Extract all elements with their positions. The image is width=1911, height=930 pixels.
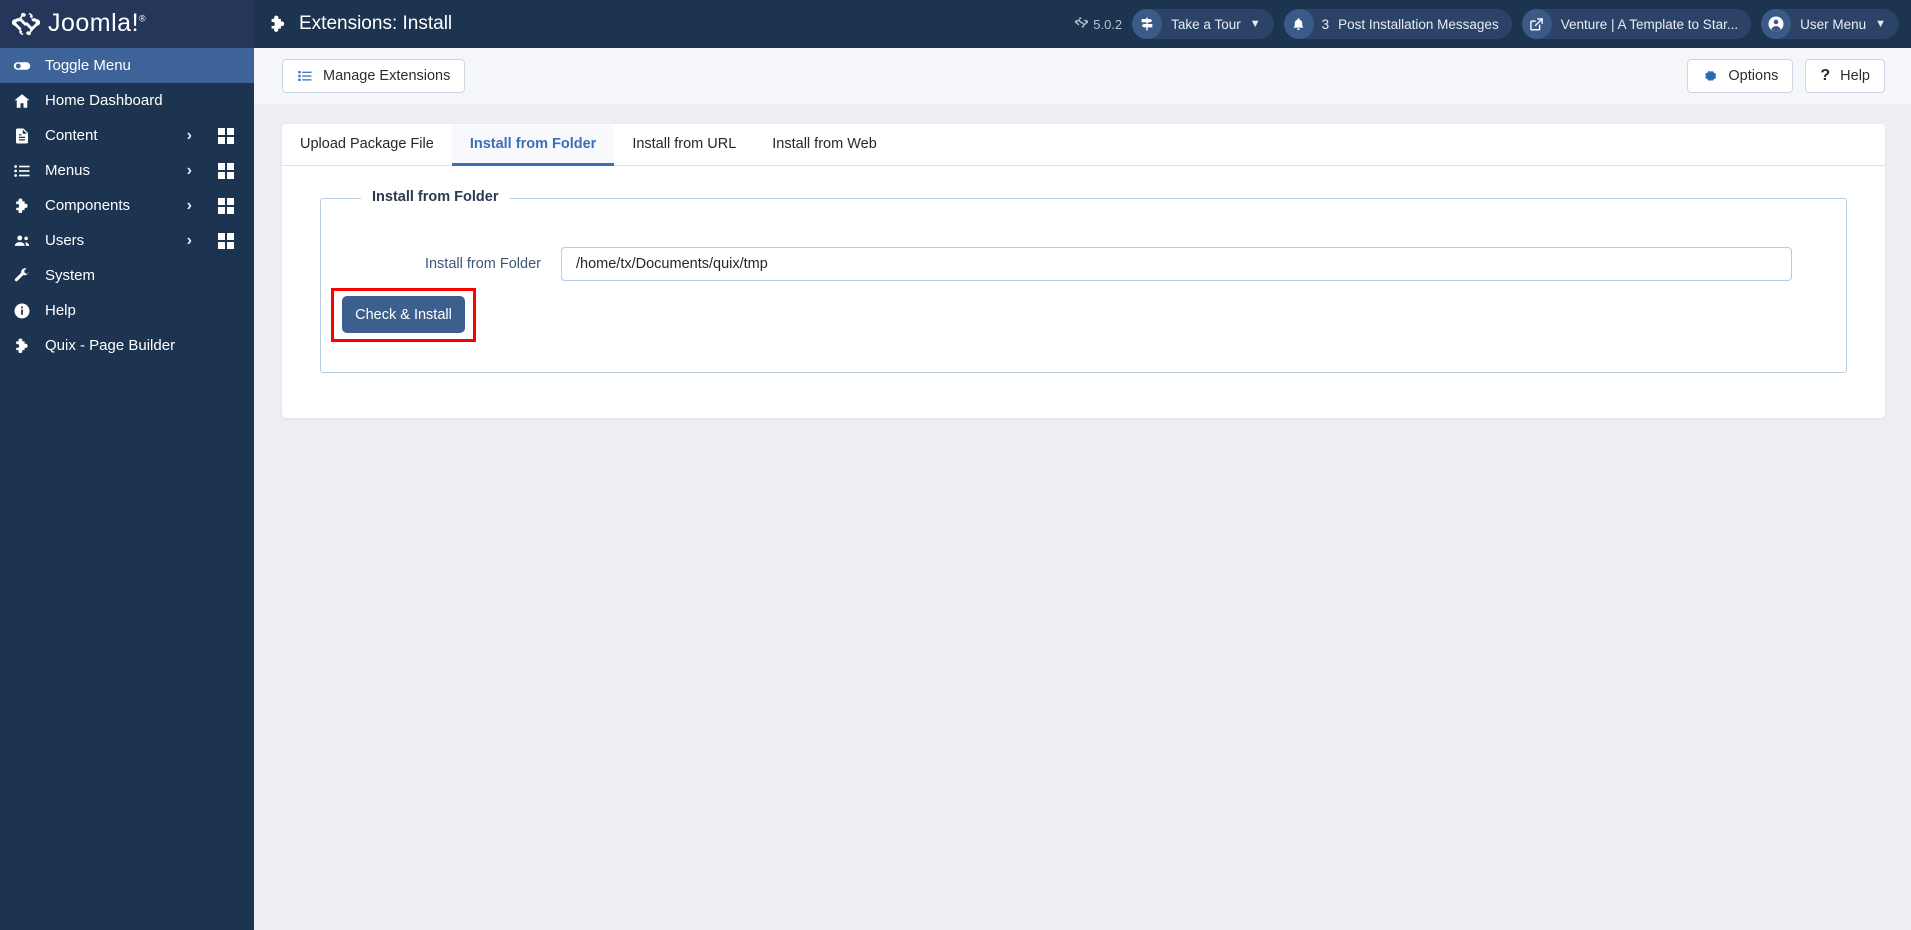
sidebar-item-label: System: [45, 267, 96, 284]
gear-icon: [1702, 68, 1718, 84]
chevron-down-icon: ▼: [1249, 18, 1261, 30]
tab-label: Upload Package File: [300, 136, 434, 152]
chevron-right-icon[interactable]: ›: [187, 162, 192, 179]
sidebar-item-label: Content: [45, 127, 98, 144]
post-install-label: Post Installation Messages: [1338, 16, 1499, 32]
content-card: Upload Package File Install from Folder …: [282, 124, 1885, 418]
joomla-logo-icon: [11, 10, 41, 38]
help-button[interactable]: ? Help: [1805, 59, 1885, 93]
sidebar-item-system[interactable]: System: [0, 258, 254, 293]
tab-label: Install from Web: [772, 136, 877, 152]
user-circle-icon: [1761, 9, 1792, 39]
joomla-mark-icon: [1075, 16, 1089, 32]
install-tabs: Upload Package File Install from Folder …: [282, 124, 1885, 166]
brand-logo-area[interactable]: Joomla!®: [0, 0, 254, 48]
sidebar-item-label: Toggle Menu: [45, 57, 131, 74]
sidebar-item-components[interactable]: Components ›: [0, 188, 254, 223]
fieldset-legend: Install from Folder: [361, 189, 510, 205]
take-a-tour-button[interactable]: Take a Tour ▼: [1132, 9, 1274, 39]
list-icon: [13, 162, 37, 180]
brand-name: Joomla!®: [48, 8, 147, 37]
template-label: Venture | A Template to Star...: [1560, 16, 1739, 32]
tab-label: Install from Folder: [469, 136, 597, 152]
notification-count: 3: [1321, 16, 1330, 32]
list-icon: [297, 68, 313, 84]
tab-install-from-web[interactable]: Install from Web: [754, 125, 895, 166]
sidebar-item-label: Home Dashboard: [45, 92, 163, 109]
page-title-text: Extensions: Install: [299, 13, 453, 34]
users-icon: [13, 232, 37, 250]
help-label: Help: [1840, 68, 1870, 84]
sidebar-item-content[interactable]: Content ›: [0, 118, 254, 153]
version-badge: 5.0.2: [1075, 16, 1122, 32]
sidebar-item-label: Help: [45, 302, 76, 319]
grid-icon[interactable]: [218, 197, 234, 214]
sidebar-item-quix-page-builder[interactable]: Quix - Page Builder: [0, 328, 254, 363]
sidebar-item-label: Components: [45, 197, 131, 214]
bell-icon: [1283, 9, 1314, 39]
install-folder-label: Install from Folder: [424, 256, 541, 272]
options-label: Options: [1728, 68, 1779, 84]
brand-trademark: ®: [139, 13, 147, 24]
sidebar-item-toggle-menu[interactable]: Toggle Menu: [0, 48, 254, 83]
version-text: 5.0.2: [1093, 16, 1123, 32]
top-header: Extensions: Install 5.0.2 Take a Tour ▼ …: [254, 0, 1911, 48]
info-icon: [13, 302, 37, 320]
install-folder-form-row: Install from Folder: [321, 247, 1846, 281]
page-title: Extensions: Install: [268, 13, 452, 35]
chevron-right-icon[interactable]: ›: [187, 197, 192, 214]
wrench-icon: [13, 267, 37, 285]
puzzle-icon: [13, 337, 37, 355]
toolbar-right-actions: Options ? Help: [1687, 59, 1885, 93]
sidebar-item-label: Quix - Page Builder: [45, 337, 176, 354]
chevron-down-icon: ▼: [1875, 18, 1886, 30]
install-folder-input[interactable]: [561, 247, 1792, 281]
install-from-folder-fieldset: Install from Folder Install from Folder …: [320, 189, 1847, 373]
sidebar-item-users[interactable]: Users ›: [0, 223, 254, 258]
manage-extensions-button[interactable]: Manage Extensions: [282, 59, 466, 93]
signpost-icon: [1132, 9, 1163, 39]
sidebar-item-home-dashboard[interactable]: Home Dashboard: [0, 83, 254, 118]
sidebar-item-menus[interactable]: Menus ›: [0, 153, 254, 188]
sidebar-item-label: Menus: [45, 162, 91, 179]
sidebar-item-help[interactable]: Help: [0, 293, 254, 328]
template-preview-button[interactable]: Venture | A Template to Star...: [1521, 9, 1752, 39]
sidebar-item-label: Users: [45, 232, 85, 249]
toolbar: Manage Extensions Options ? Help: [254, 48, 1911, 104]
user-menu-button[interactable]: User Menu ▼: [1761, 9, 1899, 39]
home-icon: [13, 92, 37, 110]
sidebar: Joomla!® Toggle Menu Home Dashboard Cont…: [0, 0, 254, 930]
options-button[interactable]: Options: [1687, 59, 1794, 93]
toggle-icon: [13, 57, 37, 75]
puzzle-icon: [268, 14, 288, 34]
question-mark-icon: ?: [1820, 67, 1831, 84]
post-installation-messages-button[interactable]: 3 Post Installation Messages: [1283, 9, 1512, 39]
chevron-right-icon[interactable]: ›: [187, 232, 192, 249]
grid-icon[interactable]: [218, 127, 234, 144]
manage-extensions-label: Manage Extensions: [323, 68, 451, 84]
document-icon: [13, 127, 37, 145]
user-menu-label: User Menu: [1800, 16, 1867, 32]
tab-install-from-folder[interactable]: Install from Folder: [451, 125, 615, 166]
grid-icon[interactable]: [218, 162, 234, 179]
grid-icon[interactable]: [218, 232, 234, 249]
check-and-install-button[interactable]: Check & Install: [342, 296, 465, 333]
tab-label: Install from URL: [632, 136, 737, 152]
chevron-right-icon[interactable]: ›: [187, 127, 192, 144]
take-a-tour-label: Take a Tour: [1171, 16, 1241, 32]
header-actions: 5.0.2 Take a Tour ▼ 3 Post Installation …: [1075, 9, 1911, 39]
puzzle-icon: [13, 197, 37, 215]
tab-install-from-url[interactable]: Install from URL: [614, 125, 754, 166]
tab-upload-package-file[interactable]: Upload Package File: [282, 125, 452, 166]
external-link-icon: [1521, 9, 1552, 39]
sidebar-menu: Toggle Menu Home Dashboard Content › Men…: [0, 48, 254, 363]
